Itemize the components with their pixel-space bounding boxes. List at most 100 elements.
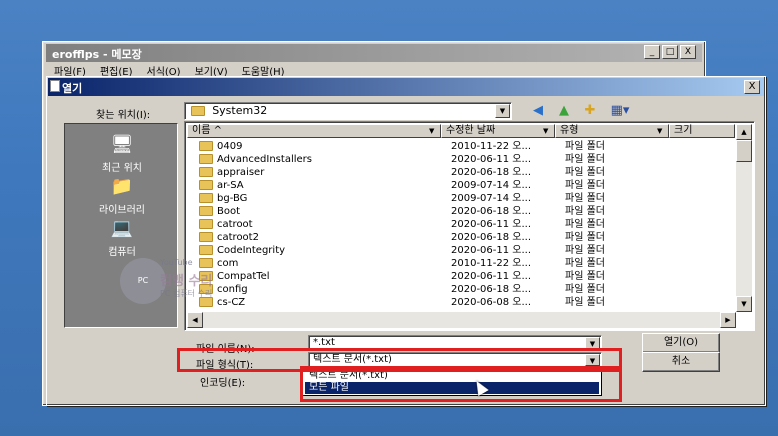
folder-icon bbox=[199, 193, 213, 203]
file-name: catroot2 bbox=[217, 232, 259, 243]
notepad-close-button[interactable]: X bbox=[680, 45, 696, 59]
file-name: catroot bbox=[217, 219, 253, 230]
up-folder-icon[interactable]: ▲ bbox=[554, 102, 574, 120]
chevron-down-icon[interactable]: ▼ bbox=[495, 104, 510, 118]
annotation-box-options bbox=[300, 366, 622, 402]
column-date[interactable]: 수정한 날짜 ▼ bbox=[441, 124, 555, 138]
list-item[interactable]: bg-BG 2009-07-14 오... 파일 폴더 bbox=[187, 192, 717, 205]
file-date: 2020-06-11 오... bbox=[451, 154, 532, 165]
file-name: cs-CZ bbox=[217, 297, 246, 308]
libraries-icon: 📁 bbox=[110, 176, 134, 197]
list-item[interactable]: CompatTel 2020-06-11 오... 파일 폴더 bbox=[187, 270, 717, 283]
minimize-button[interactable]: _ bbox=[644, 45, 660, 59]
scroll-thumb[interactable] bbox=[736, 140, 752, 162]
list-item[interactable]: 0409 2010-11-22 오... 파일 폴더 bbox=[187, 140, 717, 153]
file-date: 2010-11-22 오... bbox=[451, 141, 532, 152]
file-date: 2020-06-18 오... bbox=[451, 232, 532, 243]
folder-icon bbox=[199, 167, 213, 177]
place-libraries[interactable]: 📁 라이브러리 bbox=[65, 176, 179, 216]
vertical-scrollbar[interactable]: ▲ ▼ bbox=[736, 124, 752, 312]
new-folder-icon[interactable]: ✚ bbox=[580, 102, 600, 120]
file-type: 파일 폴더 bbox=[565, 271, 605, 282]
file-name: 0409 bbox=[217, 141, 243, 152]
maximize-button[interactable]: □ bbox=[662, 45, 678, 59]
list-item[interactable]: AdvancedInstallers 2020-06-11 오... 파일 폴더 bbox=[187, 153, 717, 166]
filename-value: *.txt bbox=[313, 337, 335, 348]
notepad-title-bar[interactable] bbox=[46, 44, 702, 62]
file-name: ar-SA bbox=[217, 180, 244, 191]
list-item[interactable]: appraiser 2020-06-18 오... 파일 폴더 bbox=[187, 166, 717, 179]
watermark-name: 컴맹 수리 bbox=[160, 274, 213, 289]
cancel-button[interactable]: 취소 bbox=[642, 352, 720, 372]
look-in-value: System32 bbox=[212, 104, 268, 117]
place-libraries-label: 라이브러리 bbox=[99, 205, 145, 216]
folder-icon bbox=[199, 141, 213, 151]
column-type-label: 유형 bbox=[560, 125, 579, 136]
column-name-label: 이름 bbox=[192, 125, 211, 136]
file-list[interactable]: 이름 ^ ▼ 수정한 날짜 ▼ 유형 ▼ 크기 0409 2010-11-22 오...… bbox=[184, 121, 755, 331]
look-in-combo[interactable]: System32 ▼ bbox=[184, 102, 512, 120]
recent-places-icon: 🖥 bbox=[110, 134, 134, 155]
list-item[interactable]: com 2010-11-22 오... 파일 폴더 bbox=[187, 257, 717, 270]
column-type[interactable]: 유형 ▼ bbox=[555, 124, 669, 138]
folder-icon bbox=[199, 258, 213, 268]
folder-icon bbox=[199, 206, 213, 216]
list-item[interactable]: cs-CZ 2020-06-08 오... 파일 폴더 bbox=[187, 296, 717, 309]
file-date: 2009-07-14 오... bbox=[451, 180, 532, 191]
list-item[interactable]: catroot2 2020-06-18 오... 파일 폴더 bbox=[187, 231, 717, 244]
file-name: appraiser bbox=[217, 167, 265, 178]
dialog-close-button[interactable]: X bbox=[744, 80, 760, 94]
file-name: Boot bbox=[217, 206, 241, 217]
file-date: 2020-06-18 오... bbox=[451, 284, 532, 295]
place-recent[interactable]: 🖥 최근 위치 bbox=[65, 134, 179, 174]
file-name: AdvancedInstallers bbox=[217, 154, 312, 165]
scroll-up-icon[interactable]: ▲ bbox=[736, 124, 752, 140]
list-item[interactable]: Boot 2020-06-18 오... 파일 폴더 bbox=[187, 205, 717, 218]
folder-icon bbox=[199, 180, 213, 190]
file-type: 파일 폴더 bbox=[565, 180, 605, 191]
folder-icon bbox=[199, 245, 213, 255]
scroll-right-icon[interactable]: ▶ bbox=[720, 312, 736, 328]
file-type: 파일 폴더 bbox=[565, 245, 605, 256]
file-type: 파일 폴더 bbox=[565, 284, 605, 295]
file-name: bg-BG bbox=[217, 193, 248, 204]
list-item[interactable]: config 2020-06-18 오... 파일 폴더 bbox=[187, 283, 717, 296]
back-icon[interactable]: ◀ bbox=[528, 102, 548, 120]
scroll-left-icon[interactable]: ◀ bbox=[187, 312, 203, 328]
view-menu-icon[interactable]: ▦▾ bbox=[606, 102, 634, 120]
column-name[interactable]: 이름 ^ ▼ bbox=[187, 124, 441, 138]
column-size-label: 크기 bbox=[674, 125, 693, 136]
file-type: 파일 폴더 bbox=[565, 141, 605, 152]
dialog-title: 열기 bbox=[62, 82, 83, 95]
open-button[interactable]: 열기(O) bbox=[642, 333, 720, 353]
file-name: com bbox=[217, 258, 239, 269]
file-date: 2020-06-11 오... bbox=[451, 245, 532, 256]
list-item[interactable]: catroot 2020-06-11 오... 파일 폴더 bbox=[187, 218, 717, 231]
column-size[interactable]: 크기 bbox=[669, 124, 735, 138]
file-date: 2020-06-18 오... bbox=[451, 167, 532, 178]
file-name: CodeIntegrity bbox=[217, 245, 286, 256]
look-in-label: 찾는 위치(I): bbox=[96, 110, 151, 121]
encoding-label: 인코딩(E): bbox=[200, 378, 246, 389]
notepad-title: erofflps - 메모장 bbox=[52, 48, 142, 61]
file-type: 파일 폴더 bbox=[565, 167, 605, 178]
list-item[interactable]: ar-SA 2009-07-14 오... 파일 폴더 bbox=[187, 179, 717, 192]
scroll-down-icon[interactable]: ▼ bbox=[736, 296, 752, 312]
file-type: 파일 폴더 bbox=[565, 297, 605, 308]
column-date-label: 수정한 날짜 bbox=[446, 125, 496, 136]
file-date: 2020-06-11 오... bbox=[451, 271, 532, 282]
folder-icon bbox=[199, 154, 213, 164]
folder-icon bbox=[199, 219, 213, 229]
file-type: 파일 폴더 bbox=[565, 258, 605, 269]
file-type: 파일 폴더 bbox=[565, 219, 605, 230]
list-item[interactable]: CodeIntegrity 2020-06-11 오... 파일 폴더 bbox=[187, 244, 717, 257]
dialog-title-bar[interactable] bbox=[48, 78, 764, 96]
file-type: 파일 폴더 bbox=[565, 206, 605, 217]
place-computer-label: 컴퓨터 bbox=[108, 247, 136, 258]
file-date: 2020-06-08 오... bbox=[451, 297, 532, 308]
computer-icon: 💻 bbox=[110, 218, 134, 239]
horizontal-scrollbar[interactable]: ◀ ▶ bbox=[187, 312, 736, 328]
place-computer[interactable]: 💻 컴퓨터 bbox=[65, 218, 179, 258]
file-date: 2020-06-11 오... bbox=[451, 219, 532, 230]
file-date: 2020-06-18 오... bbox=[451, 206, 532, 217]
